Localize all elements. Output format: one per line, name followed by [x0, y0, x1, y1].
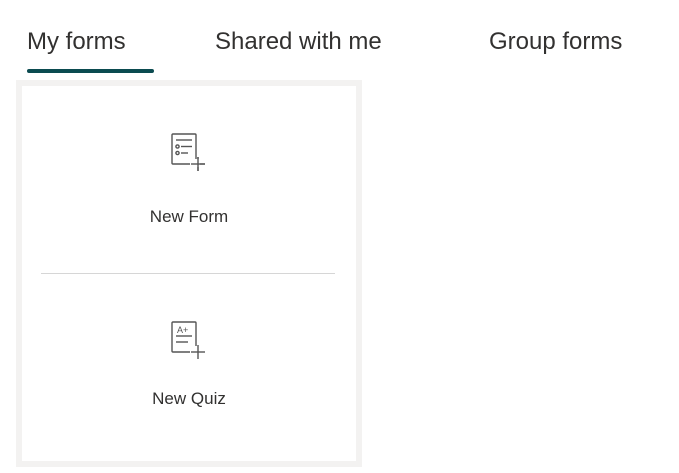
tab-group-forms[interactable]: Group forms: [489, 24, 622, 60]
tab-my-forms[interactable]: My forms: [27, 24, 126, 60]
forms-page: My forms Shared with me Group forms New …: [0, 0, 679, 473]
new-quiz-button[interactable]: A+ New Quiz: [22, 276, 356, 461]
divider: [41, 273, 335, 274]
new-quiz-icon: A+: [171, 321, 205, 359]
tab-shared-with-me[interactable]: Shared with me: [215, 24, 382, 60]
selected-tab-indicator: [27, 69, 154, 73]
create-card: New Form A+ New Quiz: [22, 86, 356, 461]
tab-bar: My forms Shared with me Group forms: [0, 0, 679, 80]
quiz-icon-glyph: A+: [177, 325, 188, 335]
new-quiz-label: New Quiz: [152, 389, 226, 408]
new-form-button[interactable]: New Form: [22, 86, 356, 270]
new-form-label: New Form: [149, 207, 229, 226]
new-form-icon: [171, 133, 205, 171]
